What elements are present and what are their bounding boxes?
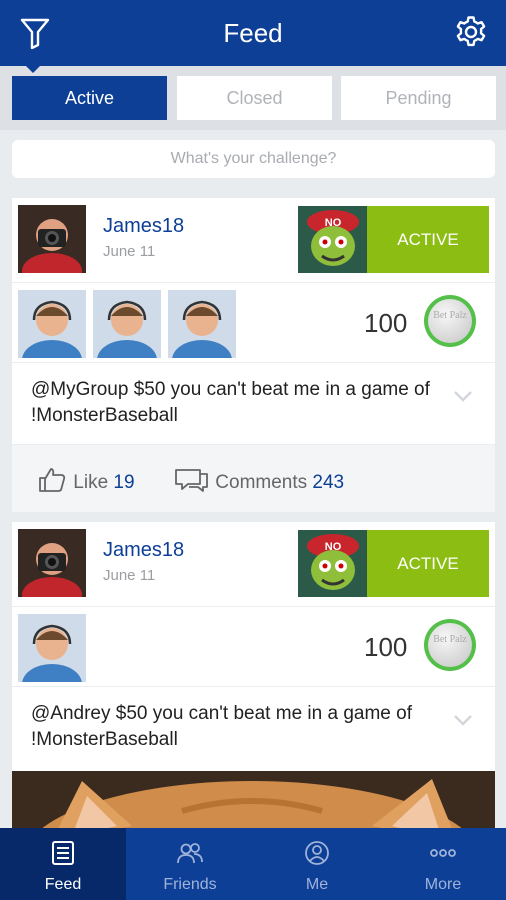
- feed-card: James18 June 11 NO ACTIVE 100 Bet Palz @…: [12, 198, 495, 512]
- segment-closed[interactable]: Closed: [177, 76, 332, 120]
- card-header: James18 June 11 NO ACTIVE: [12, 522, 495, 606]
- tab-more[interactable]: More: [380, 828, 506, 900]
- friends-icon: [177, 843, 203, 864]
- message-row[interactable]: @MyGroup $50 you can't beat me in a game…: [12, 362, 495, 444]
- post-date: June 11: [103, 243, 156, 260]
- challenge-message: @MyGroup $50 you can't beat me in a game…: [31, 379, 430, 426]
- like-button[interactable]: Like 19: [38, 467, 135, 494]
- tab-label: Friends: [163, 876, 217, 893]
- me-icon: [305, 841, 329, 865]
- message-row[interactable]: @Andrey $50 you can't beat me in a game …: [12, 686, 495, 771]
- participants-row: 100 Bet Palz: [12, 282, 495, 362]
- tab-bar: Feed Friends Me More: [0, 828, 506, 900]
- username[interactable]: James18: [103, 215, 184, 238]
- comment-icon: [175, 469, 208, 492]
- bet-points: 100: [364, 632, 408, 662]
- betpalz-coin-icon: Bet Palz: [424, 295, 476, 347]
- bet-points: 100: [364, 308, 408, 338]
- comments-label: Comments: [215, 472, 308, 493]
- friend-avatar[interactable]: [93, 290, 161, 358]
- coin-label: Bet Palz: [428, 299, 472, 343]
- tab-friends[interactable]: Friends: [127, 828, 253, 900]
- app-header: Feed: [0, 0, 506, 66]
- tab-me[interactable]: Me: [254, 828, 380, 900]
- page-title: Feed: [223, 18, 283, 48]
- more-icon: [430, 849, 456, 857]
- friend-avatar[interactable]: [18, 290, 86, 358]
- coin-label: Bet Palz: [428, 623, 472, 667]
- game-thumbnail[interactable]: NO: [298, 530, 368, 597]
- comments-count: 243: [312, 472, 345, 493]
- segment-pending[interactable]: Pending: [341, 76, 496, 120]
- status-segmented-control: Active Closed Pending: [0, 66, 506, 130]
- participants-row: 100 Bet Palz: [12, 606, 495, 686]
- gear-icon[interactable]: [454, 15, 488, 49]
- avatar[interactable]: [18, 205, 86, 273]
- segment-active[interactable]: Active: [12, 76, 167, 120]
- thumbs-up-icon: [39, 468, 66, 492]
- tab-label: Me: [305, 876, 329, 893]
- status-badge: ACTIVE: [367, 206, 489, 273]
- challenge-message: @Andrey $50 you can't beat me in a game …: [31, 703, 412, 750]
- like-count: 19: [113, 472, 135, 493]
- betpalz-coin-icon: Bet Palz: [424, 619, 476, 671]
- feed-card: James18 June 11 NO ACTIVE 100 Bet Palz @…: [12, 522, 495, 771]
- post-date: June 11: [103, 567, 156, 584]
- filter-pointer: [24, 64, 42, 73]
- tab-feed[interactable]: Feed: [0, 828, 126, 900]
- comments-button[interactable]: Comments 243: [174, 467, 344, 494]
- chevron-down-icon[interactable]: [453, 389, 473, 403]
- chevron-down-icon[interactable]: [453, 713, 473, 727]
- tab-label: Feed: [44, 876, 82, 893]
- feed-icon: [52, 841, 74, 865]
- username[interactable]: James18: [103, 539, 184, 562]
- friend-avatar[interactable]: [168, 290, 236, 358]
- card-header: James18 June 11 NO ACTIVE: [12, 198, 495, 282]
- like-label: Like: [73, 472, 109, 493]
- friend-avatar[interactable]: [18, 614, 86, 682]
- avatar[interactable]: [18, 529, 86, 597]
- tab-label: More: [424, 876, 462, 893]
- challenge-input[interactable]: What's your challenge?: [12, 140, 495, 178]
- status-badge: ACTIVE: [367, 530, 489, 597]
- game-thumbnail[interactable]: NO: [298, 206, 368, 273]
- actions-row: Like 19 Comments 243: [12, 444, 495, 512]
